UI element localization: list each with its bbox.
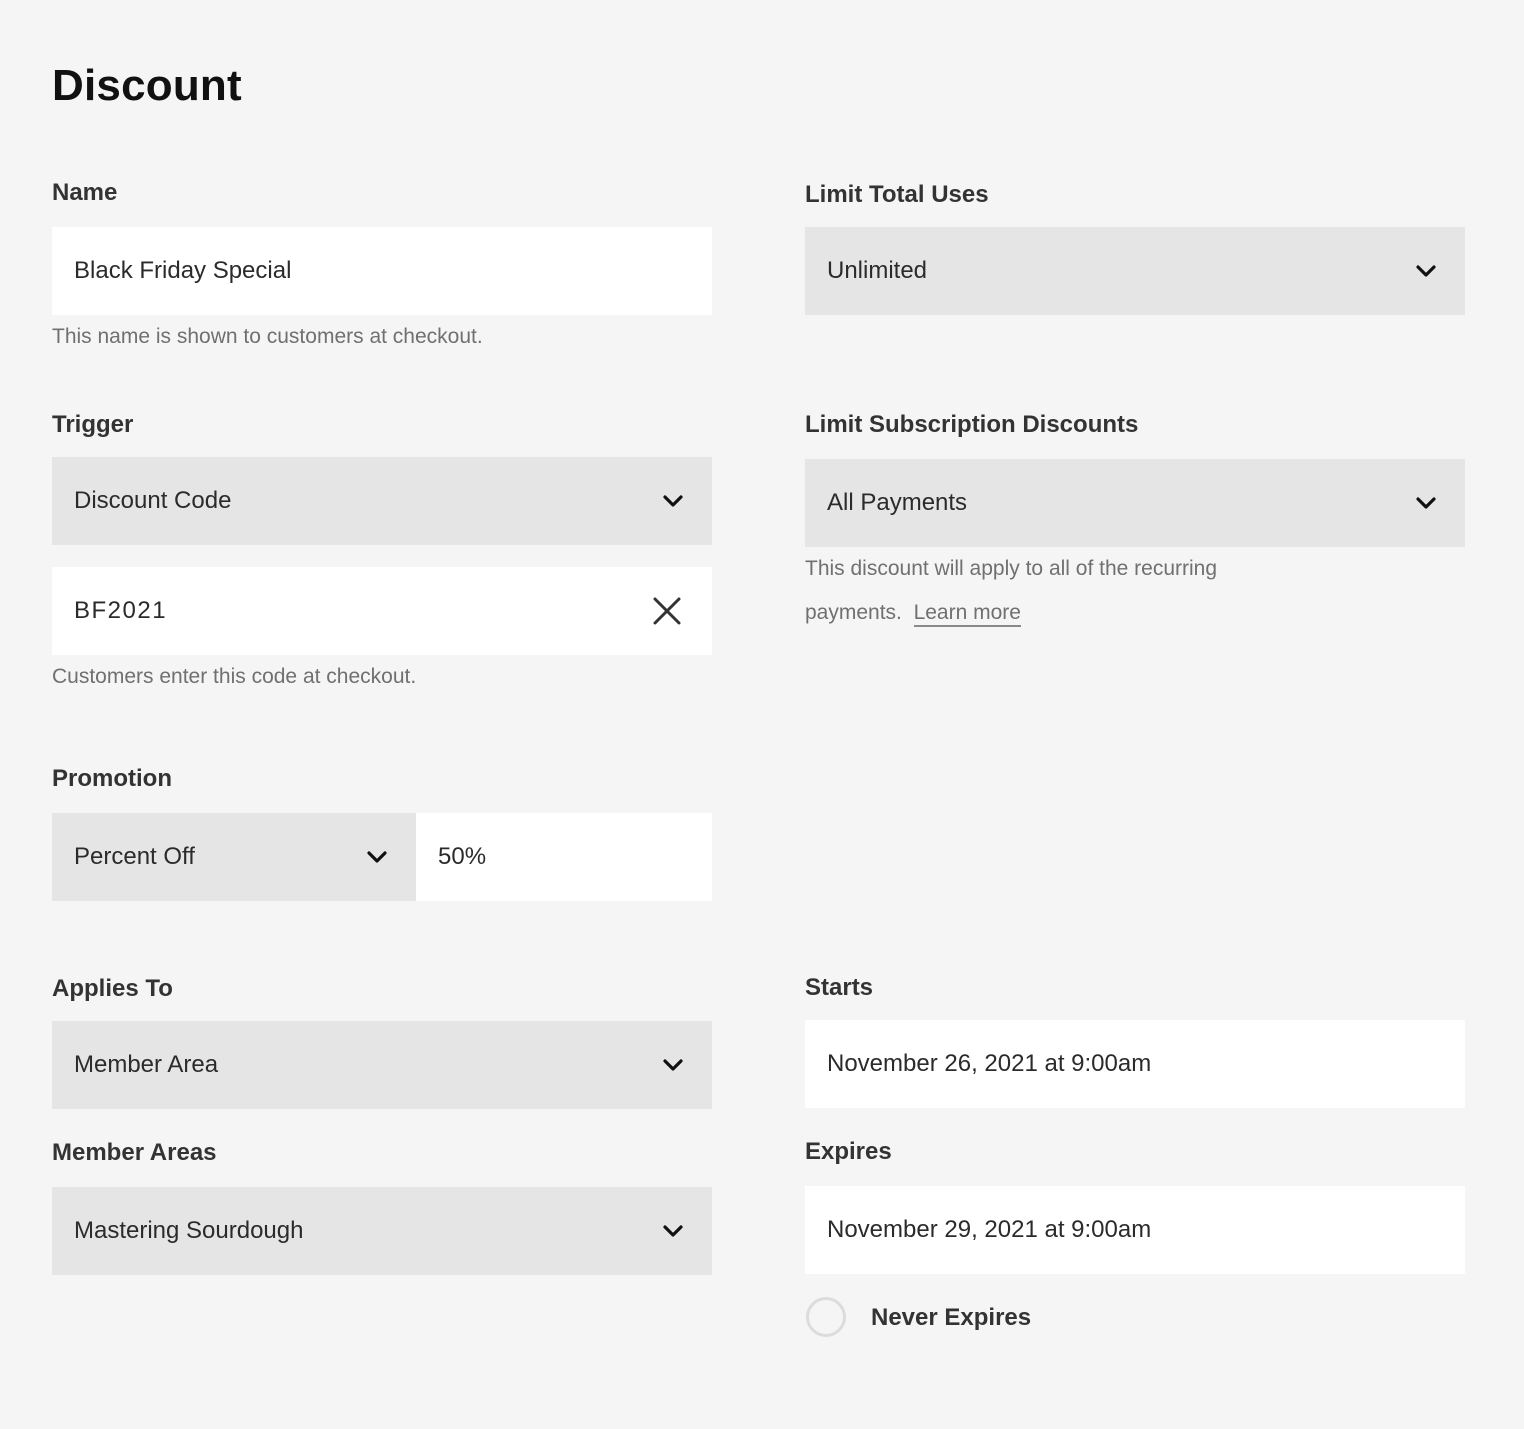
page-title: Discount (52, 61, 242, 110)
name-input-value: Black Friday Special (74, 257, 292, 284)
expires-date-input[interactable]: November 29, 2021 at 9:00am (805, 1186, 1465, 1274)
promotion-amount-input[interactable]: 50% (416, 813, 712, 901)
subscription-help-line-2: payments. Learn more (805, 599, 1021, 627)
discount-code-input[interactable]: BF2021 (52, 567, 712, 655)
limit-subscription-discounts-select[interactable]: All Payments (805, 459, 1465, 547)
name-label: Name (52, 179, 118, 206)
subscription-help-text: payments. (805, 601, 902, 624)
promotion-label: Promotion (52, 765, 172, 792)
chevron-down-icon (663, 1059, 683, 1071)
starts-date-value: November 26, 2021 at 9:00am (827, 1050, 1152, 1077)
starts-label: Starts (805, 974, 874, 1001)
name-input[interactable]: Black Friday Special (52, 227, 712, 315)
limit-subscription-discounts-label: Limit Subscription Discounts (805, 411, 1139, 438)
trigger-select[interactable]: Discount Code (52, 457, 712, 545)
discount-code-value: BF2021 (74, 597, 168, 624)
trigger-label: Trigger (52, 411, 134, 438)
limit-total-uses-value: Unlimited (827, 257, 928, 284)
chevron-down-icon (663, 1225, 683, 1237)
promotion-amount-value: 50% (438, 843, 487, 870)
applies-to-select[interactable]: Member Area (52, 1021, 712, 1109)
expires-date-value: November 29, 2021 at 9:00am (827, 1216, 1152, 1243)
limit-subscription-discounts-value: All Payments (827, 489, 968, 516)
promotion-type-select[interactable]: Percent Off (52, 813, 416, 901)
starts-date-input[interactable]: November 26, 2021 at 9:00am (805, 1020, 1465, 1108)
subscription-help-line-1: This discount will apply to all of the r… (805, 557, 1218, 580)
expires-label: Expires (805, 1138, 892, 1165)
learn-more-link[interactable]: Learn more (913, 601, 1021, 627)
discount-code-help-text: Customers enter this code at checkout. (52, 665, 417, 688)
applies-to-value: Member Area (74, 1051, 219, 1078)
chevron-down-icon (1416, 497, 1436, 509)
member-areas-select[interactable]: Mastering Sourdough (52, 1187, 712, 1275)
member-areas-value: Mastering Sourdough (74, 1217, 304, 1244)
limit-total-uses-select[interactable]: Unlimited (805, 227, 1465, 315)
chevron-down-icon (367, 851, 387, 863)
name-help-text: This name is shown to customers at check… (52, 325, 483, 348)
close-icon[interactable] (652, 596, 682, 626)
member-areas-label: Member Areas (52, 1139, 217, 1166)
never-expires-label: Never Expires (871, 1304, 1032, 1331)
promotion-type-value: Percent Off (74, 843, 195, 870)
limit-total-uses-label: Limit Total Uses (805, 181, 989, 208)
never-expires-radio[interactable] (806, 1297, 846, 1337)
chevron-down-icon (663, 495, 683, 507)
chevron-down-icon (1416, 265, 1436, 277)
trigger-select-value: Discount Code (74, 487, 232, 514)
applies-to-label: Applies To (52, 975, 173, 1002)
